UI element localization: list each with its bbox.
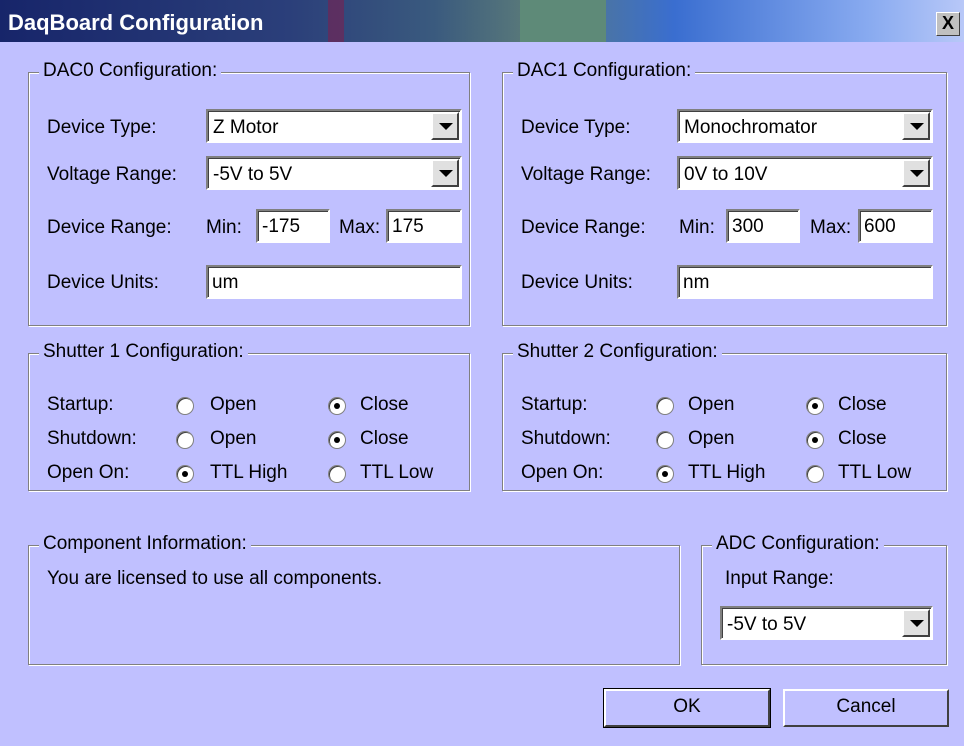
dac1-legend: DAC1 Configuration: <box>513 60 696 82</box>
shutter1-shutdown-label: Shutdown: <box>47 428 137 449</box>
dac1-device-type-value: Monochromator <box>684 117 818 138</box>
dac1-device-range-label: Device Range: <box>521 217 646 238</box>
dac1-voltage-range-label: Voltage Range: <box>521 164 651 185</box>
shutter2-ttl-low-label[interactable]: TTL Low <box>838 462 911 484</box>
title-bar[interactable]: DaqBoard Configuration X <box>0 0 964 42</box>
dac0-device-units-label: Device Units: <box>47 272 159 293</box>
dac0-device-units-input[interactable]: um <box>206 265 462 299</box>
shutter1-startup-label: Startup: <box>47 394 114 415</box>
dac0-device-type-label: Device Type: <box>47 117 157 138</box>
shutter2-legend: Shutter 2 Configuration: <box>513 341 722 363</box>
shutter2-shutdown-open-label[interactable]: Open <box>688 428 734 450</box>
shutter2-shutdown-label: Shutdown: <box>521 428 611 449</box>
dac0-voltage-range-select[interactable]: -5V to 5V <box>206 156 462 190</box>
shutter1-ttl-high-label[interactable]: TTL High <box>210 462 287 484</box>
dac1-max-label: Max: <box>810 217 852 238</box>
adc-legend: ADC Configuration: <box>712 533 884 555</box>
chevron-down-icon[interactable] <box>902 609 930 637</box>
chevron-down-icon[interactable] <box>431 159 459 187</box>
dac0-max-input[interactable]: 175 <box>386 209 462 243</box>
dac1-device-units-input[interactable]: nm <box>677 265 933 299</box>
shutter1-shutdown-close-radio[interactable] <box>328 431 346 449</box>
shutter2-ttl-low-radio[interactable] <box>806 465 824 483</box>
title-bar-decoration <box>328 0 344 42</box>
dac1-min-label: Min: <box>679 217 715 238</box>
shutter2-shutdown-open-radio[interactable] <box>656 431 674 449</box>
dac1-min-input[interactable]: 300 <box>726 209 800 243</box>
dac0-device-type-select[interactable]: Z Motor <box>206 109 462 143</box>
component-info-text: You are licensed to use all components. <box>47 568 383 589</box>
component-info-group: Component Information: <box>28 533 680 665</box>
shutter1-ttl-high-radio[interactable] <box>176 465 194 483</box>
shutter1-startup-close-radio[interactable] <box>328 397 346 415</box>
shutter1-shutdown-close-label[interactable]: Close <box>360 428 409 450</box>
shutter1-ttl-low-label[interactable]: TTL Low <box>360 462 433 484</box>
shutter2-startup-open-label[interactable]: Open <box>688 394 734 416</box>
chevron-down-icon[interactable] <box>431 112 459 140</box>
shutter1-startup-open-radio[interactable] <box>176 397 194 415</box>
chevron-down-icon[interactable] <box>902 112 930 140</box>
shutter2-ttl-high-label[interactable]: TTL High <box>688 462 765 484</box>
dac0-voltage-range-value: -5V to 5V <box>213 164 293 185</box>
shutter1-legend: Shutter 1 Configuration: <box>39 341 248 363</box>
dac0-legend: DAC0 Configuration: <box>39 60 222 82</box>
shutter2-startup-open-radio[interactable] <box>656 397 674 415</box>
dac0-min-input[interactable]: -175 <box>256 209 330 243</box>
dac0-voltage-range-label: Voltage Range: <box>47 164 177 185</box>
close-button[interactable]: X <box>936 12 960 36</box>
chevron-down-icon[interactable] <box>902 159 930 187</box>
component-info-legend: Component Information: <box>39 533 251 555</box>
dac1-max-input[interactable]: 600 <box>858 209 933 243</box>
adc-input-range-select[interactable]: -5V to 5V <box>720 606 933 640</box>
shutter2-open-on-label: Open On: <box>521 462 604 483</box>
dac1-voltage-range-value: 0V to 10V <box>684 164 768 185</box>
shutter2-startup-label: Startup: <box>521 394 588 415</box>
window-title: DaqBoard Configuration <box>8 10 264 35</box>
dac0-device-range-label: Device Range: <box>47 217 172 238</box>
dac1-device-units-label: Device Units: <box>521 272 633 293</box>
shutter2-shutdown-close-label[interactable]: Close <box>838 428 887 450</box>
dac0-device-type-value: Z Motor <box>213 117 279 138</box>
adc-input-range-value: -5V to 5V <box>727 614 807 635</box>
shutter1-shutdown-open-label[interactable]: Open <box>210 428 256 450</box>
cancel-button[interactable]: Cancel <box>783 689 949 727</box>
dac1-device-type-label: Device Type: <box>521 117 631 138</box>
title-bar-decoration <box>520 0 606 42</box>
shutter2-startup-close-radio[interactable] <box>806 397 824 415</box>
shutter2-ttl-high-radio[interactable] <box>656 465 674 483</box>
ok-button[interactable]: OK <box>603 688 771 728</box>
shutter1-startup-close-label[interactable]: Close <box>360 394 409 416</box>
dac1-device-type-select[interactable]: Monochromator <box>677 109 933 143</box>
dac0-max-label: Max: <box>339 217 381 238</box>
shutter1-open-on-label: Open On: <box>47 462 130 483</box>
shutter2-shutdown-close-radio[interactable] <box>806 431 824 449</box>
dac1-voltage-range-select[interactable]: 0V to 10V <box>677 156 933 190</box>
shutter2-startup-close-label[interactable]: Close <box>838 394 887 416</box>
adc-input-range-label: Input Range: <box>725 568 834 589</box>
adc-group: ADC Configuration: <box>701 533 947 665</box>
shutter1-ttl-low-radio[interactable] <box>328 465 346 483</box>
shutter1-shutdown-open-radio[interactable] <box>176 431 194 449</box>
dac0-min-label: Min: <box>206 217 242 238</box>
shutter1-startup-open-label[interactable]: Open <box>210 394 256 416</box>
